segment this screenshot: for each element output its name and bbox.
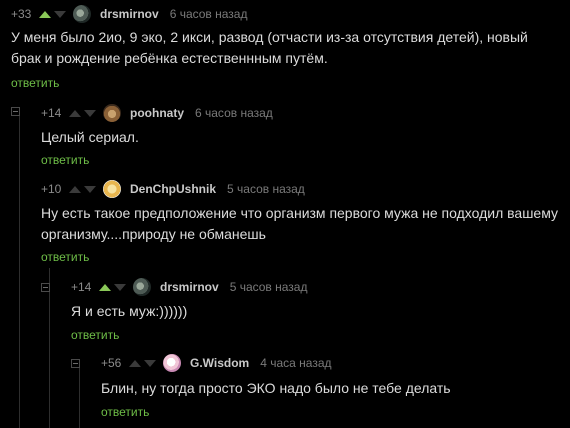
comment-timestamp: 5 часов назад — [229, 280, 308, 294]
comment-score: +10 — [41, 182, 62, 196]
thread-line-level-1 — [19, 116, 20, 428]
comment-header: +14 poohnaty 6 часов назад — [41, 103, 273, 123]
comment-text: Ну есть такое предположение что организм… — [41, 205, 558, 242]
thread-line-level-3 — [79, 368, 80, 428]
user-avatar[interactable] — [133, 278, 151, 296]
reply-link[interactable]: ответить — [11, 76, 59, 90]
comment-header: +14 drsmirnov 5 часов назад — [71, 277, 307, 297]
comment-header: +33 drsmirnov 6 часов назад — [11, 4, 247, 24]
reply-link[interactable]: ответить — [71, 328, 119, 342]
upvote-arrow-icon[interactable] — [69, 185, 81, 193]
comment-timestamp: 6 часов назад — [195, 106, 273, 120]
comment-timestamp: 5 часов назад — [227, 182, 305, 196]
downvote-arrow-icon[interactable] — [114, 283, 126, 291]
upvote-arrow-icon[interactable] — [39, 10, 51, 18]
comment-username[interactable]: drsmirnov — [160, 280, 219, 294]
user-avatar[interactable] — [73, 5, 91, 23]
user-avatar[interactable] — [103, 180, 121, 198]
downvote-arrow-icon[interactable] — [54, 10, 66, 18]
upvote-arrow-icon[interactable] — [99, 283, 111, 291]
reply-link[interactable]: ответить — [41, 250, 89, 264]
comment-text: Целый сериал. — [41, 129, 139, 145]
comment-username[interactable]: G.Wisdom — [190, 356, 249, 370]
comment-header: +10 DenChpUshnik 5 часов назад — [41, 179, 305, 199]
comment-score: +14 — [71, 280, 92, 294]
reply-link[interactable]: ответить — [101, 405, 149, 419]
user-avatar[interactable] — [103, 104, 121, 122]
user-avatar[interactable] — [163, 354, 181, 372]
comment-score: +14 — [41, 106, 62, 120]
collapse-thread-button[interactable] — [41, 283, 50, 292]
downvote-arrow-icon[interactable] — [144, 359, 156, 367]
comment-timestamp: 4 часа назад — [260, 356, 332, 370]
comment-timestamp: 6 часов назад — [169, 7, 248, 21]
comment-username[interactable]: drsmirnov — [100, 7, 159, 21]
downvote-arrow-icon[interactable] — [84, 109, 96, 117]
thread-line-level-2 — [49, 268, 50, 428]
collapse-thread-button[interactable] — [71, 359, 80, 368]
reply-link[interactable]: ответить — [41, 153, 89, 167]
comment-username[interactable]: DenChpUshnik — [130, 182, 216, 196]
comment-text: У меня было 2ио, 9 эко, 2 икси, развод (… — [11, 29, 528, 66]
comment-username[interactable]: poohnaty — [130, 106, 184, 120]
upvote-arrow-icon[interactable] — [129, 359, 141, 367]
comment-score: +33 — [11, 7, 32, 21]
comment-text: Блин, ну тогда просто ЭКО надо было не т… — [101, 380, 451, 396]
comment-score: +56 — [101, 356, 122, 370]
collapse-thread-button[interactable] — [11, 107, 20, 116]
upvote-arrow-icon[interactable] — [69, 109, 81, 117]
downvote-arrow-icon[interactable] — [84, 185, 96, 193]
comment-text: Я и есть муж:)))))) — [71, 303, 188, 319]
comment-header: +56 G.Wisdom 4 часа назад — [101, 353, 332, 373]
